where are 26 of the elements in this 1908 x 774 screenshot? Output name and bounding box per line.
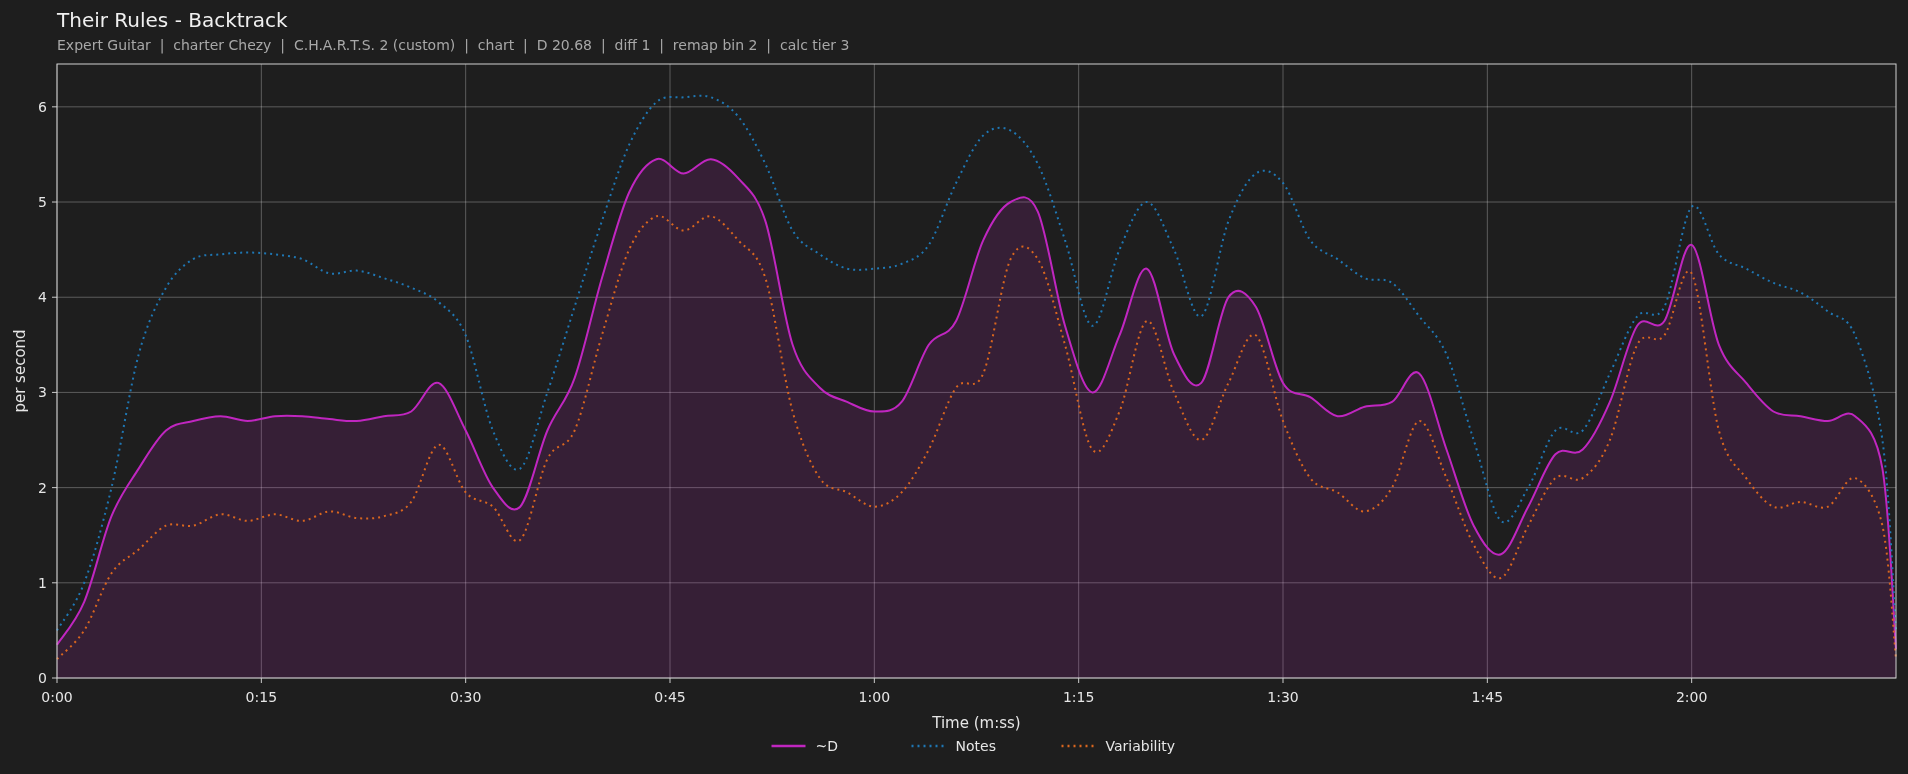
chart-title: Their Rules - Backtrack xyxy=(57,7,288,33)
y-axis-label: per second xyxy=(11,329,29,413)
y-tick-label: 1 xyxy=(38,574,47,591)
x-tick-label: 1:15 xyxy=(1062,689,1095,705)
y-tick-label: 2 xyxy=(38,479,47,496)
legend-label: ~D xyxy=(815,738,838,754)
y-tick-label: 0 xyxy=(38,670,47,686)
x-tick-label: 0:00 xyxy=(41,689,73,705)
x-tick-label: 0:45 xyxy=(654,689,686,705)
legend-label: Notes xyxy=(955,738,996,754)
legend-swatch xyxy=(911,744,946,748)
x-tick-label: 1:45 xyxy=(1471,689,1504,705)
x-tick-label: 2:00 xyxy=(1675,689,1708,705)
y-tick-label: 6 xyxy=(38,98,47,115)
chart-subtitle: Expert Guitar | charter Chezy | C.H.A.R.T.S. 2 (custom) | chart | D 20.68 | diff 1 | remap bin 2 | calc tier 3 xyxy=(57,37,850,53)
legend-swatch xyxy=(771,744,806,748)
y-tick-label: 5 xyxy=(38,194,47,211)
legend-swatch xyxy=(1061,744,1096,748)
x-axis-label: Time (m:ss) xyxy=(932,714,1021,732)
legend-label: Variability xyxy=(1105,738,1176,754)
x-tick-label: 0:30 xyxy=(449,689,482,705)
y-tick-label: 4 xyxy=(38,289,47,306)
x-tick-label: 1:30 xyxy=(1267,689,1299,705)
x-tick-label: 1:00 xyxy=(858,689,891,705)
y-tick-label: 3 xyxy=(38,384,47,401)
x-tick-label: 0:15 xyxy=(245,689,278,705)
